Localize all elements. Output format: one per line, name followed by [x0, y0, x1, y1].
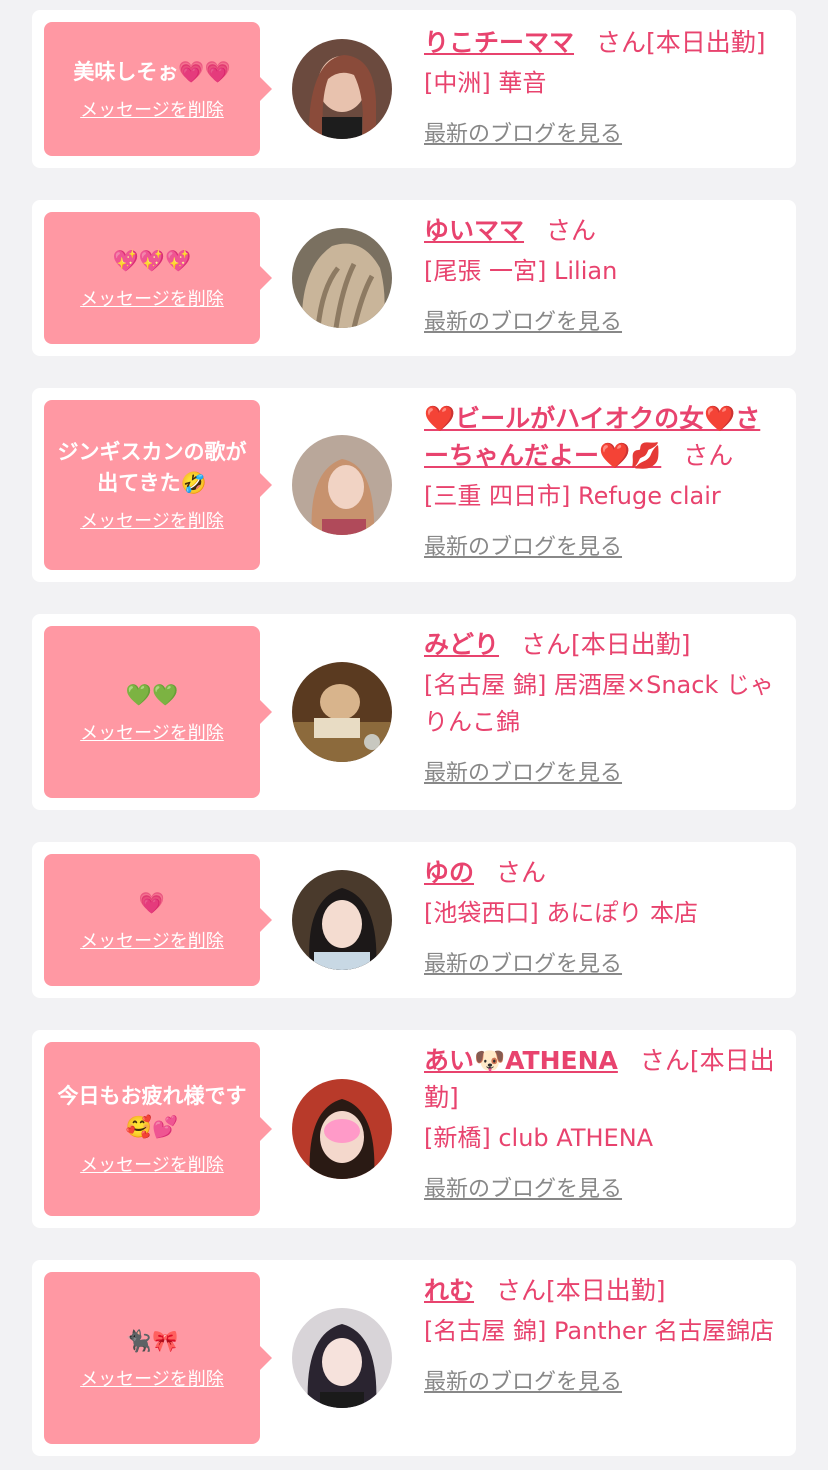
- member-info: れむ さん[本日出勤] [名古屋 錦] Panther 名古屋錦店 最新のブログを…: [424, 1272, 782, 1396]
- message-bubble: 💚💚 メッセージを削除: [44, 626, 272, 798]
- avatar-photo-icon: [292, 662, 392, 762]
- avatar-photo-icon: [292, 1308, 392, 1408]
- message-bubble: ジンギスカンの歌が出てきた🤣 メッセージを削除: [44, 400, 272, 570]
- latest-blog-link[interactable]: 最新のブログを見る: [424, 1171, 622, 1203]
- member-info: りこチーママ さん[本日出勤] [中洲] 華音 最新のブログを見る: [424, 24, 782, 148]
- avatar[interactable]: [292, 870, 392, 970]
- message-text: ジンギスカンの歌が出てきた🤣: [57, 440, 247, 495]
- message-text: 今日もお疲れ様です🥰💕: [57, 1084, 247, 1139]
- shop-label: [名古屋 錦] Panther 名古屋錦店: [424, 1317, 775, 1345]
- honorific: さん: [496, 858, 547, 887]
- list-item: 💖💖💖 メッセージを削除 ゆいママ さん [尾張 一宮] Lilian 最新のブロ…: [32, 200, 796, 356]
- list-item: 💚💚 メッセージを削除 みどり さん[本日出勤] [名古屋 錦] 居酒屋×Snac…: [32, 614, 796, 810]
- avatar[interactable]: [292, 228, 392, 328]
- member-info: ❤️ビールがハイオクの女❤️さーちゃんだよー❤️💋 さん [三重 四日市] Ref…: [424, 400, 782, 561]
- member-name-link[interactable]: りこチーママ: [424, 28, 574, 57]
- status-badge: [本日出勤]: [571, 630, 691, 659]
- shop-label: [池袋西口] あにぽり 本店: [424, 899, 698, 927]
- delete-message-link[interactable]: メッセージを削除: [80, 507, 224, 533]
- shop-label: [新橋] club ATHENA: [424, 1124, 654, 1152]
- latest-blog-link[interactable]: 最新のブログを見る: [424, 529, 622, 561]
- member-info: みどり さん[本日出勤] [名古屋 錦] 居酒屋×Snack じゃりんこ錦 最新の…: [424, 626, 782, 787]
- member-name-link[interactable]: ゆいママ: [424, 216, 524, 245]
- honorific: さん: [639, 1046, 690, 1075]
- member-name-link[interactable]: ゆの: [424, 858, 474, 887]
- member-info: あい🐶ATHENA さん[本日出勤] [新橋] club ATHENA 最新のブロ…: [424, 1042, 782, 1203]
- delete-message-link[interactable]: メッセージを削除: [80, 96, 224, 122]
- avatar-photo-icon: [292, 870, 392, 970]
- avatar-photo-icon: [292, 39, 392, 139]
- honorific: さん: [596, 28, 647, 57]
- message-bubble: 🐈‍⬛🎀 メッセージを削除: [44, 1272, 272, 1444]
- list-item: 💗 メッセージを削除 ゆの さん [池袋西口] あにぽり 本店 最新のブログを見る: [32, 842, 796, 998]
- message-list: 美味しそぉ💗💗 メッセージを削除 りこチーママ さん[本日出勤] [中洲] 華音 …: [0, 0, 828, 1470]
- avatar[interactable]: [292, 1079, 392, 1179]
- honorific: さん: [683, 441, 734, 470]
- status-badge: [本日出勤]: [646, 28, 766, 57]
- member-info: ゆの さん [池袋西口] あにぽり 本店 最新のブログを見る: [424, 854, 782, 978]
- honorific: さん: [546, 216, 597, 245]
- delete-message-link[interactable]: メッセージを削除: [80, 1365, 224, 1391]
- message-text: 💖💖💖: [112, 248, 192, 273]
- latest-blog-link[interactable]: 最新のブログを見る: [424, 755, 622, 787]
- shop-label: [三重 四日市] Refuge clair: [424, 482, 721, 510]
- status-badge: [本日出勤]: [546, 1276, 666, 1305]
- honorific: さん: [496, 1276, 547, 1305]
- member-info: ゆいママ さん [尾張 一宮] Lilian 最新のブログを見る: [424, 212, 782, 336]
- message-bubble: 💖💖💖 メッセージを削除: [44, 212, 272, 344]
- list-item: 今日もお疲れ様です🥰💕 メッセージを削除 あい🐶ATHENA さん[本日出勤] […: [32, 1030, 796, 1228]
- latest-blog-link[interactable]: 最新のブログを見る: [424, 946, 622, 978]
- honorific: さん: [521, 630, 572, 659]
- avatar-photo-icon: [292, 228, 392, 328]
- message-text: 美味しそぉ💗💗: [73, 59, 231, 84]
- delete-message-link[interactable]: メッセージを削除: [80, 1151, 224, 1177]
- avatar-photo-icon: [292, 435, 392, 535]
- avatar[interactable]: [292, 662, 392, 762]
- delete-message-link[interactable]: メッセージを削除: [80, 719, 224, 745]
- message-text: 💚💚: [125, 682, 179, 707]
- list-item: 🐈‍⬛🎀 メッセージを削除 れむ さん[本日出勤] [名古屋 錦] Panther…: [32, 1260, 796, 1456]
- shop-label: [名古屋 錦] 居酒屋×Snack じゃりんこ錦: [424, 671, 774, 736]
- latest-blog-link[interactable]: 最新のブログを見る: [424, 116, 622, 148]
- message-bubble: 今日もお疲れ様です🥰💕 メッセージを削除: [44, 1042, 272, 1216]
- list-item: 美味しそぉ💗💗 メッセージを削除 りこチーママ さん[本日出勤] [中洲] 華音 …: [32, 10, 796, 168]
- shop-label: [中洲] 華音: [424, 69, 547, 97]
- delete-message-link[interactable]: メッセージを削除: [80, 285, 224, 311]
- latest-blog-link[interactable]: 最新のブログを見る: [424, 304, 622, 336]
- message-bubble: 💗 メッセージを削除: [44, 854, 272, 986]
- latest-blog-link[interactable]: 最新のブログを見る: [424, 1364, 622, 1396]
- avatar[interactable]: [292, 435, 392, 535]
- avatar[interactable]: [292, 39, 392, 139]
- message-bubble: 美味しそぉ💗💗 メッセージを削除: [44, 22, 272, 156]
- message-text: 💗: [138, 890, 166, 915]
- list-item: ジンギスカンの歌が出てきた🤣 メッセージを削除 ❤️ビールがハイオクの女❤️さー…: [32, 388, 796, 582]
- shop-label: [尾張 一宮] Lilian: [424, 257, 618, 285]
- avatar[interactable]: [292, 1308, 392, 1408]
- message-text: 🐈‍⬛🎀: [125, 1328, 179, 1353]
- delete-message-link[interactable]: メッセージを削除: [80, 927, 224, 953]
- member-name-link[interactable]: あい🐶ATHENA: [424, 1046, 618, 1075]
- member-name-link[interactable]: れむ: [424, 1276, 474, 1305]
- avatar-photo-icon: [292, 1079, 392, 1179]
- member-name-link[interactable]: みどり: [424, 630, 499, 659]
